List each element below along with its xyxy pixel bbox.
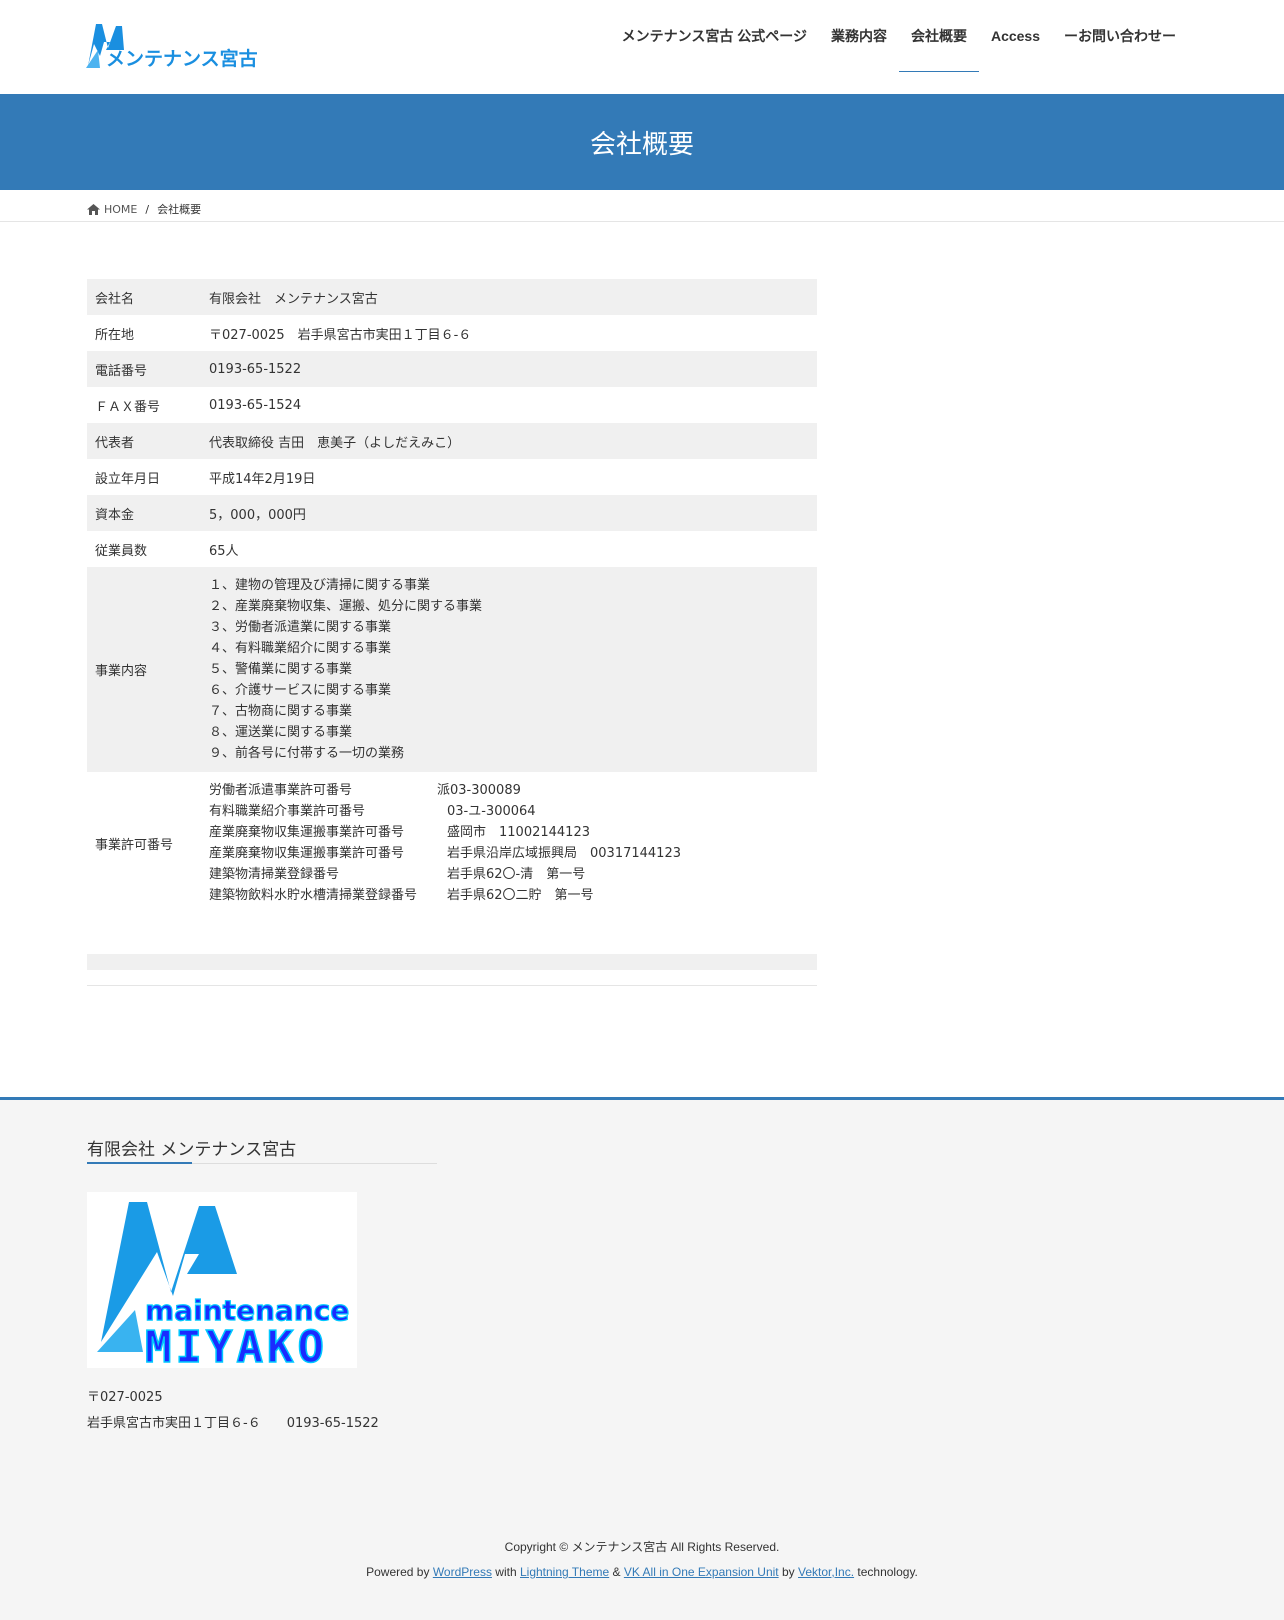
site-logo[interactable]: メンテナンス宮古 [86, 20, 274, 72]
footer-title: 有限会社 メンテナンス宮古 [87, 1140, 297, 1160]
row-label: 事業許可番号 [95, 837, 174, 853]
lightning-theme-link[interactable]: Lightning Theme [520, 1565, 609, 1579]
permit-item: 産業廃棄物収集運搬事業許可番号 岩手県沿岸広域振興局 00317144123 [209, 843, 817, 864]
powered-by-line: Powered by WordPress with Lightning Them… [0, 1565, 1284, 1579]
nav-item-official-page[interactable]: メンテナンス宮古 公式ページ [610, 0, 819, 72]
table-row: 電話番号 0193-65-1522 [87, 351, 817, 387]
vektor-link[interactable]: Vektor,Inc. [798, 1565, 854, 1579]
permit-item: 有料職業紹介事業許可番号 03-ユ-300064 [209, 801, 817, 822]
table-row: 会社名 有限会社 メンテナンス宮古 [87, 279, 817, 315]
content-divider [87, 985, 817, 986]
row-label: 設立年月日 [95, 471, 161, 487]
table-row: ＦＡＸ番号 0193-65-1524 [87, 387, 817, 423]
row-label: 資本金 [87, 495, 209, 531]
breadcrumb-home-link[interactable]: HOME [104, 203, 137, 216]
row-label: ＦＡＸ番号 [95, 399, 161, 415]
breadcrumb-separator: / [145, 202, 150, 216]
business-item: ９、前各号に付帯する一切の業務 [209, 746, 405, 761]
table-row: 代表者 代表取締役 吉田 恵美子（よしだえみこ） [87, 423, 817, 459]
row-value: 有限会社 メンテナンス宮古 [209, 279, 817, 315]
row-value: 〒027-0025 岩手県宮古市実田１丁目６-６ [209, 327, 472, 343]
vk-expansion-unit-link[interactable]: VK All in One Expansion Unit [624, 1565, 779, 1579]
table-row: 所在地 〒027-0025 岩手県宮古市実田１丁目６-６ [87, 315, 817, 351]
breadcrumb-current: 会社概要 [157, 203, 202, 216]
row-value: 平成14年2月19日 [209, 471, 316, 487]
nav-item-contact[interactable]: ーお問い合わせー [1052, 0, 1188, 72]
page-title: 会社概要 [589, 129, 694, 160]
nav-item-access[interactable]: Access [979, 0, 1052, 72]
nav-item-business[interactable]: 業務内容 [819, 0, 899, 72]
table-row: 設立年月日 平成14年2月19日 [87, 459, 817, 495]
business-item: １、建物の管理及び清掃に関する事業 [209, 578, 431, 593]
table-row-empty [87, 954, 817, 970]
permit-number: 岩手県沿岸広域振興局 00317144123 [447, 846, 681, 861]
permit-name: 建築物清掃業登録番号 [209, 867, 340, 882]
row-label: 所在地 [95, 327, 135, 343]
permit-item: 産業廃棄物収集運搬事業許可番号 盛岡市 11002144123 [209, 822, 817, 843]
permit-list: 労働者派遣事業許可番号 派03-300089 有料職業紹介事業許可番号 03-ユ… [209, 772, 817, 954]
main-nav: メンテナンス宮古 公式ページ 業務内容 会社概要 Access ーお問い合わせー [610, 0, 1188, 94]
row-value: 5，000，000円 [209, 495, 817, 531]
table-row-business: 事業内容 １、建物の管理及び清掃に関する事業 ２、産業廃棄物収集、運搬、処分に関… [87, 567, 817, 772]
row-value: 0193-65-1522 [209, 351, 817, 387]
logo-text: メンテナンス宮古 [106, 48, 258, 70]
company-profile-content: 会社名 有限会社 メンテナンス宮古 所在地 〒027-0025 岩手県宮古市実田… [87, 279, 817, 970]
footer-logo-mountain-icon: maintenance MIYAKO [97, 1202, 350, 1374]
permit-item: 労働者派遣事業許可番号 派03-300089 [209, 780, 817, 801]
company-profile-table: 会社名 有限会社 メンテナンス宮古 所在地 〒027-0025 岩手県宮古市実田… [87, 279, 817, 970]
permit-name: 有料職業紹介事業許可番号 [209, 804, 366, 819]
table-row-permits: 事業許可番号 労働者派遣事業許可番号 派03-300089 有料職業紹介事業許可… [87, 772, 817, 954]
permit-number: 盛岡市 11002144123 [447, 825, 590, 840]
permit-number: 派03-300089 [437, 783, 521, 798]
business-item: ５、警備業に関する事業 [209, 662, 353, 677]
footer-postal: 〒027-0025 [87, 1390, 163, 1405]
footer-title-accent [87, 1162, 192, 1164]
wordpress-link[interactable]: WordPress [433, 1565, 492, 1579]
business-item: ３、労働者派遣業に関する事業 [209, 620, 392, 635]
powered-amp: & [612, 1565, 621, 1579]
business-item: ７、古物商に関する事業 [209, 704, 353, 719]
powered-with: with [495, 1565, 517, 1579]
row-label: 代表者 [87, 423, 209, 459]
powered-suffix: technology. [857, 1565, 918, 1579]
powered-by: by [781, 1565, 795, 1579]
permit-name: 建築物飲料水貯水槽清掃業登録番号 [209, 888, 418, 903]
footer-address: 〒027-0025 岩手県宮古市実田１丁目６-６ 0193-65-1522 [87, 1385, 379, 1437]
table-row: 従業員数 65人 [87, 531, 817, 567]
permit-item: 建築物清掃業登録番号 岩手県62〇-清 第一号 [209, 864, 817, 885]
copyright-text: Copyright © メンテナンス宮古 All Rights Reserved… [504, 1540, 780, 1554]
business-list: １、建物の管理及び清掃に関する事業 ２、産業廃棄物収集、運搬、処分に関する事業 … [209, 567, 817, 772]
row-label: 事業内容 [87, 567, 209, 772]
powered-prefix: Powered by [366, 1565, 430, 1579]
footer-logo-image: maintenance MIYAKO [87, 1192, 357, 1374]
footer-address-phone: 岩手県宮古市実田１丁目６-６ 0193-65-1522 [87, 1416, 379, 1431]
empty-cell [87, 954, 209, 970]
row-label: 従業員数 [95, 543, 148, 559]
site-footer: 有限会社 メンテナンス宮古 maintenance MIYAKO 〒027-00… [0, 1097, 1284, 1620]
permit-number: 岩手県62〇二貯 第一号 [447, 888, 594, 903]
business-item: ２、産業廃棄物収集、運搬、処分に関する事業 [209, 599, 483, 614]
nav-item-company-profile[interactable]: 会社概要 [898, 0, 979, 72]
permit-item: 建築物飲料水貯水槽清掃業登録番号 岩手県62〇二貯 第一号 [209, 885, 817, 906]
breadcrumb: HOME / 会社概要 [0, 190, 1284, 222]
row-label: 電話番号 [87, 351, 209, 387]
row-value: 代表取締役 吉田 恵美子（よしだえみこ） [209, 423, 817, 459]
business-item: ４、有料職業紹介に関する事業 [209, 641, 392, 656]
row-value: 0193-65-1524 [209, 397, 302, 413]
page-header-band: 会社概要 [0, 94, 1284, 190]
permit-name: 産業廃棄物収集運搬事業許可番号 [209, 846, 405, 861]
home-icon [87, 203, 100, 215]
row-label: 会社名 [87, 279, 209, 315]
business-item: ６、介護サービスに関する事業 [209, 683, 392, 698]
row-value: 65人 [209, 543, 239, 559]
logo-line2: MIYAKO [145, 1322, 328, 1368]
permit-name: 産業廃棄物収集運搬事業許可番号 [209, 825, 405, 840]
permit-number: 岩手県62〇-清 第一号 [447, 867, 586, 882]
table-row: 資本金 5，000，000円 [87, 495, 817, 531]
site-header: メンテナンス宮古 メンテナンス宮古 公式ページ 業務内容 会社概要 Access… [0, 0, 1284, 94]
permit-name: 労働者派遣事業許可番号 [209, 783, 353, 798]
permit-number: 03-ユ-300064 [447, 804, 536, 819]
business-item: ８、運送業に関する事業 [209, 725, 353, 740]
empty-cell [209, 954, 817, 970]
